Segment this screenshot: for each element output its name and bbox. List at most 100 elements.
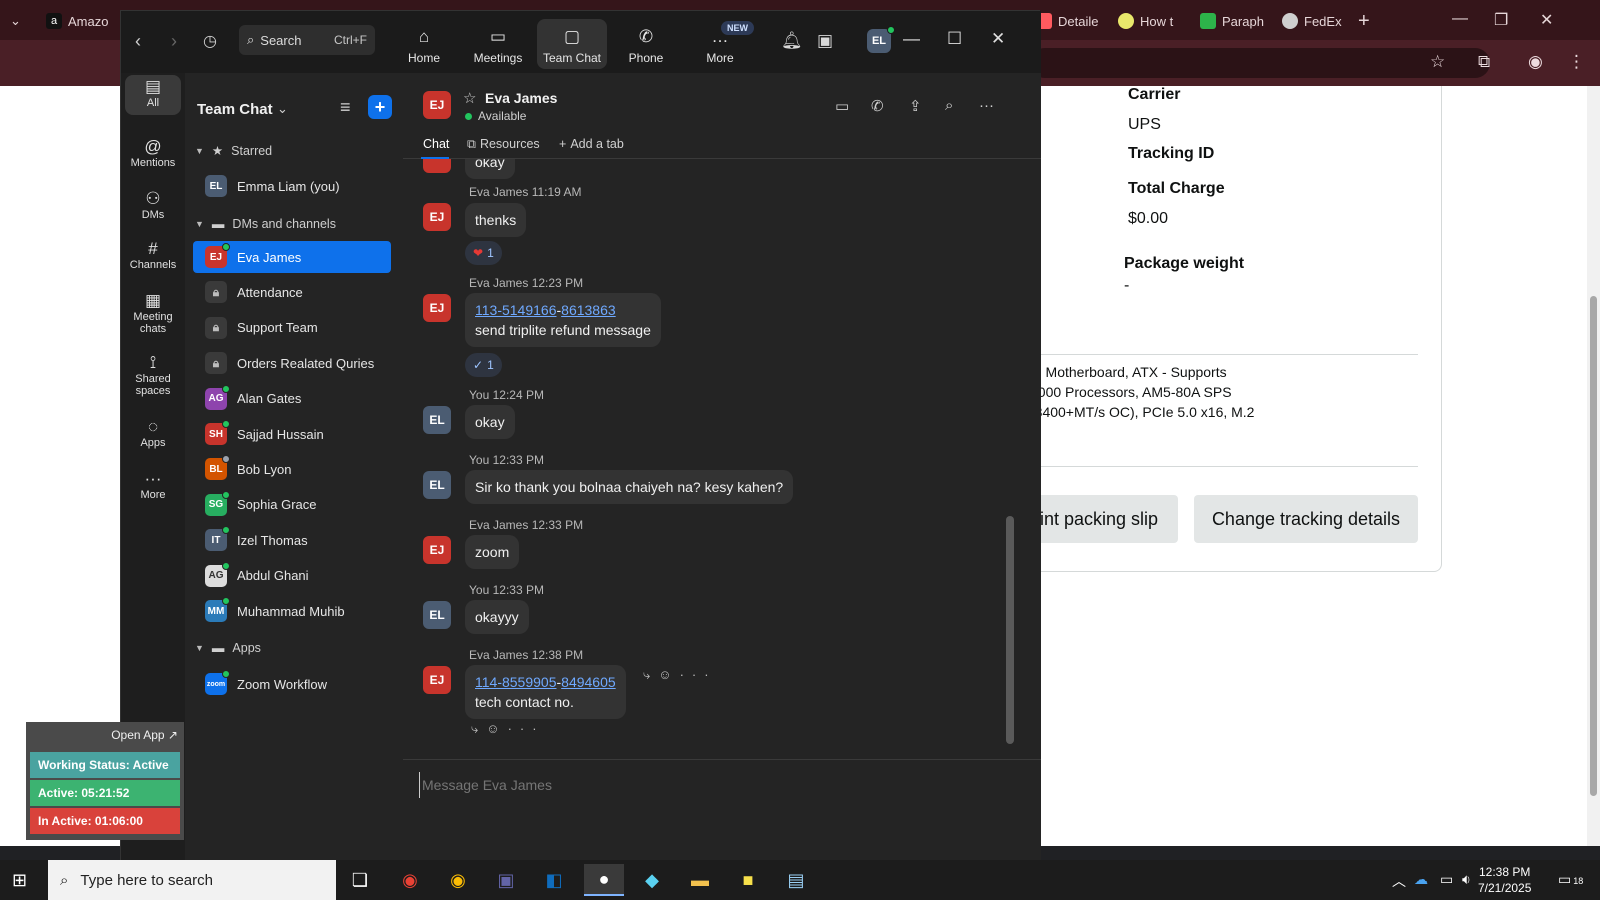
message-bubble[interactable]: zoom (465, 535, 520, 569)
reply-icon[interactable]: ⤷ (643, 667, 658, 682)
reaction-badge[interactable]: ❤ 1 (465, 241, 502, 265)
close-icon[interactable]: ✕ (1540, 10, 1553, 30)
system-clock[interactable]: 12:38 PM 7/21/2025 (1478, 864, 1531, 896)
chat-item[interactable]: IT Izel Thomas (193, 524, 391, 556)
minimize-icon[interactable]: — (903, 29, 920, 49)
profile-icon[interactable]: ◉ (1528, 52, 1543, 72)
search-icon[interactable]: ⌕ (945, 97, 953, 114)
avatar[interactable]: EL (423, 601, 451, 629)
rail-shared-spaces[interactable]: ⟟ Shared spaces (125, 354, 181, 397)
reaction-badge[interactable]: ✓ 1 (465, 353, 502, 377)
task-view-icon[interactable]: ❏ (340, 864, 380, 896)
more-options-icon[interactable]: ··· (979, 97, 994, 114)
video-camera-icon[interactable]: ▭ (835, 97, 849, 115)
avatar[interactable]: EJ (423, 203, 451, 231)
avatar[interactable]: EL (423, 406, 451, 434)
nav-meetings[interactable]: ▭ Meetings (463, 19, 533, 69)
new-chat-button[interactable]: + (368, 95, 392, 119)
onedrive-icon[interactable]: ☁ (1414, 871, 1428, 888)
tab-add[interactable]: + Add a tab (559, 137, 624, 151)
starred-section-header[interactable]: ▼ ★ Starred (195, 143, 272, 159)
tab-resources[interactable]: ⧉ Resources (467, 137, 540, 152)
gift-icon[interactable]: ▣ (817, 31, 833, 51)
network-icon[interactable]: ▭ (1440, 871, 1453, 888)
rail-channels[interactable]: # Channels (125, 240, 181, 271)
notepad-icon[interactable]: ▤ (776, 864, 816, 896)
phone-icon[interactable]: ✆ (871, 97, 884, 115)
minimize-icon[interactable]: — (1452, 10, 1468, 28)
windows-start-icon[interactable]: ⊞ (12, 870, 27, 891)
chevron-up-icon[interactable]: ︿ (1392, 871, 1406, 891)
avatar[interactable]: EJ (423, 666, 451, 694)
chat-item-emma-liam[interactable]: EL Emma Liam (you) (193, 170, 391, 202)
taskbar-search[interactable]: ⌕ Type here to search (48, 860, 336, 900)
sticky-notes-icon[interactable]: ■ (728, 864, 768, 896)
rail-meeting-chats[interactable]: ▦ Meeting chats (125, 292, 181, 335)
close-icon[interactable]: ✕ (991, 29, 1005, 49)
rail-apps[interactable]: ◌ Apps (125, 418, 181, 449)
app-icon[interactable]: ◆ (632, 864, 672, 896)
chat-scrollbar-thumb[interactable] (1006, 516, 1014, 744)
contact-avatar[interactable]: EJ (423, 91, 451, 119)
chat-item[interactable]: 🔒︎ Orders Realated Quries (193, 347, 391, 379)
message-bubble[interactable]: thenks (465, 203, 527, 237)
chat-item[interactable]: SH Sajjad Hussain (193, 418, 391, 450)
extensions-icon[interactable]: ⧉ (1478, 52, 1490, 72)
notifications-icon[interactable]: ▭ 18 (1558, 871, 1583, 888)
emoji-icon[interactable]: ☺ (658, 667, 679, 682)
chat-list-title[interactable]: Team Chat (197, 101, 273, 118)
file-explorer-icon[interactable]: ▬ (680, 864, 720, 896)
maximize-icon[interactable]: ☐ (947, 29, 962, 49)
rail-more[interactable]: ··· More (125, 470, 181, 501)
message-input[interactable] (419, 772, 1019, 798)
message-list[interactable]: okay Eva James 11:19 AM EJ thenks ❤ 1 Eva… (403, 159, 1041, 759)
zoom-taskbar-icon[interactable]: ● (584, 864, 624, 896)
message-bubble[interactable]: 113-5149166-8613863 send triplite refund… (465, 293, 661, 347)
bell-icon[interactable]: 🔔︎ (781, 31, 803, 51)
browser-tab-howto[interactable]: How t (1118, 8, 1173, 34)
tab-list-button[interactable]: ⌄ (10, 8, 21, 34)
message-bubble[interactable]: okayyy (465, 600, 529, 634)
chat-item[interactable]: 🔒︎ Attendance (193, 276, 391, 308)
chat-item-zoom-workflow[interactable]: zoom Zoom Workflow (193, 668, 391, 700)
message-bubble[interactable]: Sir ko thank you bolnaa chaiyeh na? kesy… (465, 470, 794, 504)
print-packing-slip-button[interactable]: int packing slip (1020, 495, 1178, 543)
nav-team-chat[interactable]: ▢ Team Chat (537, 19, 607, 69)
avatar[interactable]: EJ (423, 294, 451, 322)
chat-item[interactable]: AG Abdul Ghani (193, 560, 391, 592)
open-app-link[interactable]: Open App ↗ (111, 728, 178, 742)
rail-mentions[interactable]: @ Mentions (125, 138, 181, 169)
address-bar[interactable] (1030, 48, 1490, 78)
reply-icon[interactable]: ⤷ (471, 721, 486, 736)
star-outline-icon[interactable]: ☆ (463, 89, 476, 107)
browser-tab-amazon[interactable]: a Amazo (46, 8, 108, 34)
order-link[interactable]: 8613863 (561, 302, 616, 318)
more-dots-icon[interactable]: ··· (508, 721, 545, 736)
phone-link[interactable]: 8494605 (561, 674, 616, 690)
nav-home[interactable]: ⌂ Home (389, 19, 459, 69)
rail-dms[interactable]: ⚇ DMs (125, 190, 181, 221)
share-screen-icon[interactable]: ⇪ (909, 97, 922, 115)
nav-phone[interactable]: ✆ Phone (611, 19, 681, 69)
change-tracking-button[interactable]: Change tracking details (1194, 495, 1418, 543)
chat-item[interactable]: AG Alan Gates (193, 383, 391, 415)
apps-section-header[interactable]: ▼ ▬ Apps (195, 641, 261, 655)
browser-tab-paraphrase[interactable]: Paraph (1200, 8, 1264, 34)
tab-chat[interactable]: Chat (423, 137, 449, 151)
menu-icon[interactable]: ⋮ (1568, 52, 1585, 72)
chrome-profile-icon[interactable]: ◉ (438, 864, 478, 896)
back-icon[interactable]: ‹ (135, 31, 141, 52)
message-bubble[interactable]: okay (465, 405, 515, 439)
dms-section-header[interactable]: ▼ ▬ DMs and channels (195, 217, 336, 231)
emoji-icon[interactable]: ☺ (486, 721, 507, 736)
browser-tab-detailed[interactable]: Detaile (1036, 8, 1098, 34)
page-scrollbar-thumb[interactable] (1590, 296, 1597, 796)
browser-tab-fedex[interactable]: FedEx (1282, 8, 1342, 34)
more-dots-icon[interactable]: ··· (680, 667, 717, 682)
chevron-down-icon[interactable]: ⌄ (277, 101, 288, 117)
teams-icon[interactable]: ▣ (486, 864, 526, 896)
filter-icon[interactable]: ≡ (340, 97, 351, 118)
chat-item[interactable]: MM Muhammad Muhib (193, 595, 391, 627)
volume-icon[interactable]: 🔉︎ (1462, 871, 1471, 888)
chrome-icon[interactable]: ◉ (390, 864, 430, 896)
